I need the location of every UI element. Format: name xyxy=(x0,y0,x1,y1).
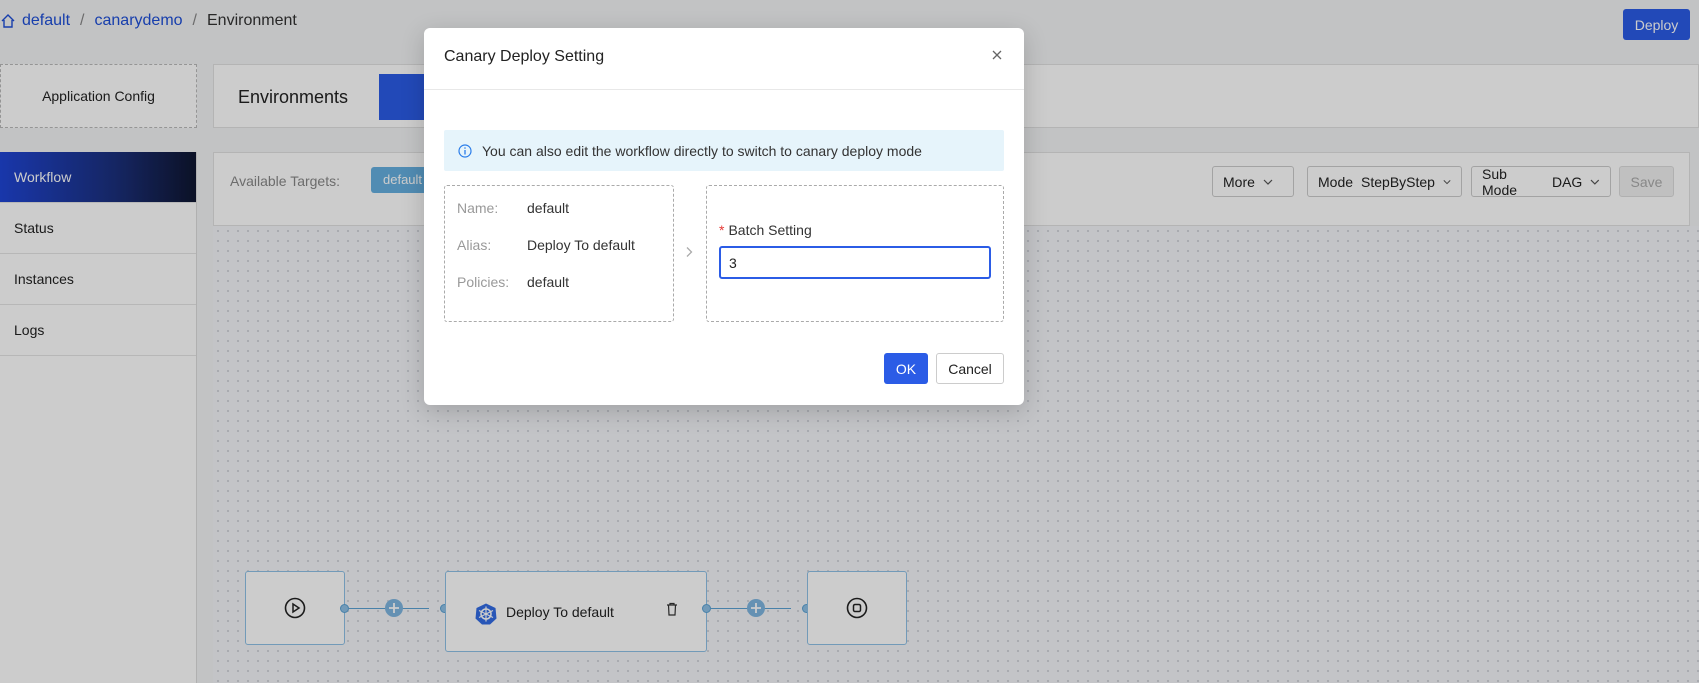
required-mark: * xyxy=(719,222,725,238)
info-text: You can also edit the workflow directly … xyxy=(482,142,922,159)
target-policies-row: Policies: default xyxy=(457,274,569,290)
cancel-button[interactable]: Cancel xyxy=(936,353,1004,384)
target-info-box: Name: default Alias: Deploy To default P… xyxy=(444,185,674,322)
ok-button[interactable]: OK xyxy=(884,353,928,384)
alias-value: Deploy To default xyxy=(527,237,635,253)
name-value: default xyxy=(527,200,570,216)
canary-deploy-modal: Canary Deploy Setting You can also edit … xyxy=(424,28,1024,405)
close-button[interactable] xyxy=(990,48,1004,62)
batch-setting-label: * Batch Setting xyxy=(719,222,812,238)
target-alias-row: Alias: Deploy To default xyxy=(457,237,635,253)
close-icon xyxy=(992,50,1002,60)
modal-title: Canary Deploy Setting xyxy=(444,48,605,65)
chevron-right-icon xyxy=(686,247,693,257)
modal-header: Canary Deploy Setting xyxy=(424,28,1024,90)
batch-setting-text: Batch Setting xyxy=(728,222,812,238)
name-key: Name: xyxy=(457,200,499,216)
batch-setting-input[interactable] xyxy=(719,246,991,279)
alias-key: Alias: xyxy=(457,237,492,253)
policies-value: default xyxy=(527,274,570,290)
target-name-row: Name: default xyxy=(457,200,569,216)
batch-setting-box: * Batch Setting xyxy=(706,185,1004,322)
info-alert: You can also edit the workflow directly … xyxy=(444,130,1004,171)
policies-key: Policies: xyxy=(457,274,510,290)
info-icon xyxy=(458,143,472,158)
